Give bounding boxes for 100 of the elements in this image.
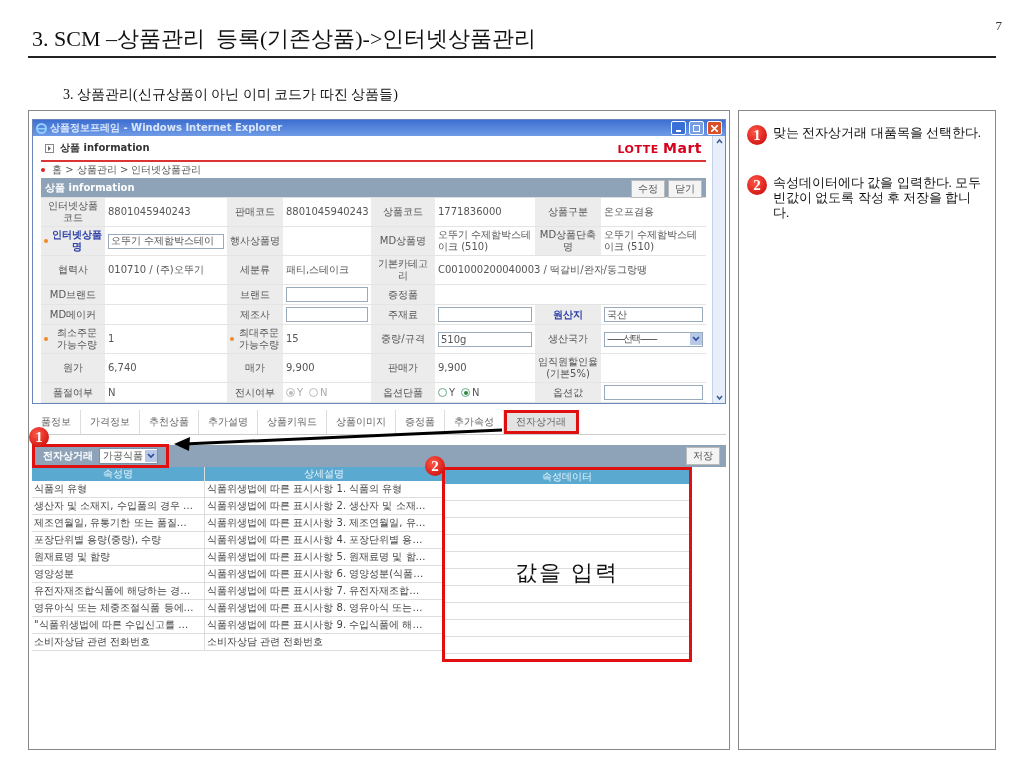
table-cell: 식품위생법에 따른 표시사항 9. 수입식품에 해… xyxy=(205,617,443,634)
country-select[interactable]: ---------선택--------- xyxy=(604,331,703,347)
field-label: 판매코드 xyxy=(235,206,275,218)
table-cell: 제조연월일, 유통기한 또는 품질… xyxy=(32,515,204,532)
input-field[interactable]: 510g xyxy=(438,331,532,347)
tab[interactable]: 증정품 xyxy=(396,410,445,434)
field-value: 1 xyxy=(108,333,115,345)
minimize-button[interactable] xyxy=(671,121,686,135)
category-select[interactable]: 가공식품 xyxy=(99,448,158,464)
field-label: 원산지 xyxy=(553,308,583,321)
section-title: 상품 information xyxy=(45,180,135,195)
field-label: 주재료 xyxy=(388,308,418,321)
field-value: 패티,스테이크 xyxy=(286,264,350,276)
tab[interactable]: 추가속성 xyxy=(445,410,504,434)
field-value: C001000200040003 / 떡갈비/완자/동그랑땡 xyxy=(438,264,647,276)
field-label: 인터넷상품명 xyxy=(51,229,102,253)
input-field[interactable] xyxy=(604,385,703,400)
table-cell: 식품위생법에 따른 표시사항 8. 영유아식 또는… xyxy=(205,600,443,617)
bullet-icon xyxy=(41,168,45,172)
maximize-icon xyxy=(693,124,700,132)
slide-title: 3. SCM –상품관리 등록(기존상품)->인터넷상품관리 xyxy=(32,25,537,53)
input-field[interactable] xyxy=(286,287,368,302)
step-badge: 1 xyxy=(747,125,767,145)
field-value: 9,900 xyxy=(438,362,467,374)
field-value: 오뚜기 수제함박스테이크 (510) xyxy=(604,229,699,253)
window-title: 상품정보프레임 - Windows Internet Explorer xyxy=(50,121,284,135)
table-cell: 식품위생법에 따른 표시사항 6. 영양성분(식품… xyxy=(205,566,443,583)
table-cell: 식품의 유형 xyxy=(32,481,204,498)
table-cell: 식품위생법에 따른 표시사항 1. 식품의 유형 xyxy=(205,481,443,498)
table-cell: 식품위생법에 따른 표시사항 7. 유전자재조합… xyxy=(205,583,443,600)
table-cell: 소비자상담 관련 전화번호 xyxy=(205,634,443,651)
action-button[interactable]: 수정 xyxy=(631,180,665,198)
table-cell: 식품위생법에 따른 표시사항 2. 생산자 및 소재… xyxy=(205,498,443,515)
field-value: 8801045940243 xyxy=(108,206,191,218)
field-value: 오뚜기 수제함박스테이크 (510) xyxy=(438,229,532,253)
table-cell: "식품위생법에 따른 수입신고를 … xyxy=(32,617,204,634)
field-label: MD상품명 xyxy=(379,235,427,247)
field-label: 판매가 xyxy=(388,362,418,374)
tab[interactable]: 추가설명 xyxy=(199,410,258,434)
note-text: 맞는 전자상거래 대품목을 선택한다. xyxy=(773,125,981,140)
radio-option[interactable]: N xyxy=(461,386,480,399)
field-label: 매가 xyxy=(245,362,265,374)
field-value: 010710 / (주)오뚜기 xyxy=(108,264,204,276)
field-label: 최소주문 가능수량 xyxy=(55,327,98,351)
radio-option[interactable]: Y xyxy=(438,386,456,399)
field-label: 협력사 xyxy=(58,264,88,276)
field-label: 행사상품명 xyxy=(230,235,280,247)
field-label: 세분류 xyxy=(240,264,270,276)
tab[interactable]: 상품이미지 xyxy=(327,410,396,434)
table-cell: 유전자재조합식품에 해당하는 경… xyxy=(32,583,204,600)
field-label: 중량/규격 xyxy=(381,333,425,345)
field-label: MD브랜드 xyxy=(49,288,97,301)
section-title: 전자상거래 xyxy=(43,449,93,463)
table-cell: 원재료명 및 함량 xyxy=(32,549,204,566)
close-icon xyxy=(711,124,718,132)
field-value: 온오프겸용 xyxy=(604,206,654,218)
column-header: 속성데이터 xyxy=(445,470,689,484)
field-label: 인터넷상품코드 xyxy=(47,200,99,224)
field-label: 제조사 xyxy=(240,308,270,321)
field-label: 품절여부 xyxy=(53,386,93,399)
field-label: 상품코드 xyxy=(383,206,423,218)
field-label: 옵션값 xyxy=(553,386,583,399)
close-button[interactable] xyxy=(707,121,722,135)
browser-icon xyxy=(36,122,47,134)
input-field[interactable] xyxy=(438,307,532,322)
page-number: 7 xyxy=(995,18,1002,34)
tab[interactable]: 추천상품 xyxy=(140,410,199,434)
save-button[interactable]: 저장 xyxy=(686,447,720,465)
breadcrumb: 홈 > 상품관리 > 인터넷상품관리 xyxy=(52,163,202,177)
field-label: 원가 xyxy=(63,362,83,374)
expand-icon xyxy=(45,143,54,153)
field-label: 생산국가 xyxy=(548,333,588,345)
slide-subtitle: 3. 상품관리(신규상품이 아닌 이미 코드가 따진 상품들) xyxy=(63,86,399,104)
table-cell: 소비자상담 관련 전화번호 xyxy=(32,634,204,651)
table-cell: 영유아식 또는 체중조절식품 등에… xyxy=(32,600,204,617)
input-field[interactable]: 오뚜기 수제함박스테이 xyxy=(108,233,224,249)
tab[interactable]: 가격정보 xyxy=(81,410,140,434)
field-label: 브랜드 xyxy=(240,288,270,301)
note-text: 속성데이터에다 값을 입력한다. 모두 빈값이 없도록 작성 후 저장을 합니다. xyxy=(773,175,982,220)
table-cell: 영양성분 xyxy=(32,566,204,583)
logo: LOTTE Mart xyxy=(617,140,702,156)
tab[interactable]: 상품키워드 xyxy=(258,410,327,434)
field-label: 기본카테고리 xyxy=(377,258,429,282)
field-label: 최대주문 가능수량 xyxy=(237,327,280,351)
tab[interactable]: 전자상거래 xyxy=(507,413,576,431)
page-header: 상품 information xyxy=(60,141,150,155)
table-cell: 포장단위별 용량(중량), 수량 xyxy=(32,532,204,549)
table-cell: 식품위생법에 따른 표시사항 5. 원재료명 및 함… xyxy=(205,549,443,566)
input-field[interactable]: 국산 xyxy=(604,307,703,322)
caret-icon xyxy=(145,450,157,462)
scrollbar[interactable] xyxy=(712,136,725,403)
field-label: 증정품 xyxy=(388,288,418,301)
field-value: 1771836000 xyxy=(438,206,502,218)
field-label: MD메이커 xyxy=(49,308,97,321)
action-button[interactable]: 닫기 xyxy=(668,180,702,198)
field-value: N xyxy=(108,386,116,399)
field-label: MD상품단축명 xyxy=(538,229,598,253)
table-cell: 생산자 및 소재지, 수입품의 경우 … xyxy=(32,498,204,515)
maximize-button[interactable] xyxy=(689,121,704,135)
input-field[interactable] xyxy=(286,307,368,322)
